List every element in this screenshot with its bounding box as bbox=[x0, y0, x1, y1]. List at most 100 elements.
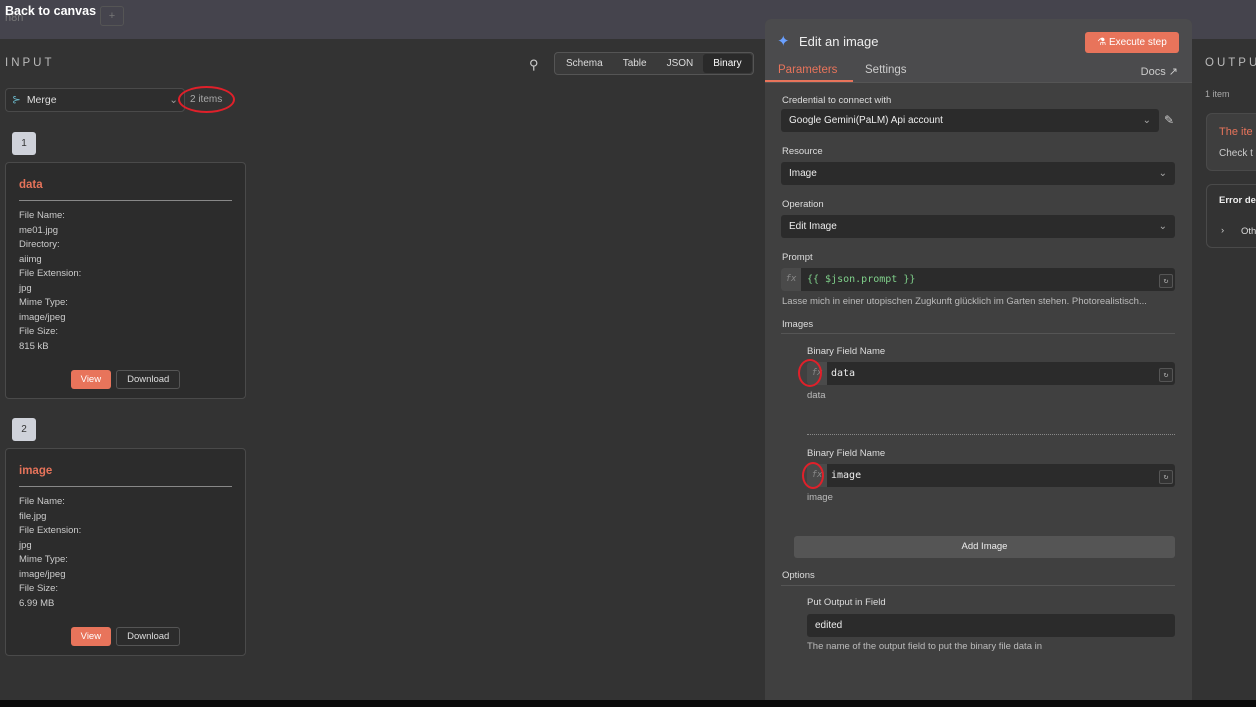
tab-binary[interactable]: Binary bbox=[703, 54, 752, 73]
resource-select[interactable]: Image ⌄ bbox=[781, 162, 1175, 185]
field-label: File Size: bbox=[19, 326, 59, 337]
credential-label: Credential to connect with bbox=[782, 95, 892, 106]
field-value: 815 kB bbox=[19, 340, 49, 352]
output-field-label: Put Output in Field bbox=[807, 597, 886, 608]
binary-field-input[interactable]: fx data ↻ bbox=[807, 362, 1175, 385]
operation-label: Operation bbox=[782, 199, 824, 210]
prompt-preview: Lasse mich in einer utopischen Zugkunft … bbox=[782, 296, 1147, 307]
node-title[interactable]: Edit an image bbox=[799, 34, 879, 49]
operation-value: Edit Image bbox=[789, 221, 837, 232]
divider bbox=[781, 333, 1175, 334]
output-field-hint: The name of the output field to put the … bbox=[807, 641, 1043, 652]
view-button[interactable]: View bbox=[70, 627, 112, 646]
taskbar bbox=[0, 700, 1256, 707]
error-title: The ite bbox=[1219, 126, 1253, 138]
field-value: file.jpg bbox=[19, 510, 47, 522]
gemini-icon: ✦ bbox=[777, 33, 790, 50]
error-text: Check t bbox=[1219, 148, 1253, 159]
execute-label: Execute step bbox=[1108, 37, 1167, 48]
binary-field-label: Binary Field Name bbox=[807, 448, 886, 459]
other-info[interactable]: Oth bbox=[1241, 226, 1256, 237]
download-button[interactable]: Download bbox=[116, 370, 181, 389]
images-label: Images bbox=[782, 319, 814, 330]
chevron-right-icon[interactable]: › bbox=[1221, 225, 1224, 236]
field-label: Directory: bbox=[19, 239, 60, 250]
binary-key: data bbox=[19, 179, 232, 201]
output-field-input[interactable]: edited bbox=[807, 614, 1175, 637]
fx-icon: fx bbox=[781, 268, 801, 291]
field-value: jpg bbox=[19, 282, 32, 294]
binary-field-input[interactable]: fx image ↻ bbox=[807, 464, 1175, 487]
annotation-circle bbox=[802, 462, 824, 489]
field-label: File Name: bbox=[19, 210, 65, 221]
error-box: The ite Check t bbox=[1206, 113, 1256, 171]
reset-icon[interactable]: ↻ bbox=[1159, 368, 1173, 382]
binary-field-hint: image bbox=[807, 492, 833, 503]
pencil-icon[interactable]: ✎ bbox=[1164, 113, 1174, 127]
tab-json[interactable]: JSON bbox=[657, 54, 704, 73]
reset-icon[interactable]: ↻ bbox=[1159, 470, 1173, 484]
execute-step-button[interactable]: ⚗ Execute step bbox=[1085, 32, 1179, 53]
prompt-label: Prompt bbox=[782, 252, 813, 263]
binary-field-value: data bbox=[831, 368, 856, 379]
credential-value: Google Gemini(PaLM) Api account bbox=[789, 115, 943, 126]
resource-value: Image bbox=[789, 168, 817, 179]
field-value: 6.99 MB bbox=[19, 597, 55, 609]
binary-field-label: Binary Field Name bbox=[807, 346, 886, 357]
options-label: Options bbox=[782, 570, 815, 581]
merge-icon: ⊱ bbox=[12, 94, 21, 106]
annotation-circle bbox=[178, 86, 235, 113]
field-label: Mime Type: bbox=[19, 554, 68, 565]
back-to-canvas-link[interactable]: Back to canvas bbox=[5, 4, 96, 18]
resource-label: Resource bbox=[782, 146, 823, 157]
error-details-title: Error de bbox=[1219, 195, 1256, 206]
chevron-down-icon: ⌄ bbox=[1142, 115, 1151, 126]
search-icon[interactable]: ⚲ bbox=[529, 57, 539, 73]
tab-table[interactable]: Table bbox=[613, 54, 657, 73]
field-label: File Size: bbox=[19, 583, 59, 594]
panel-header: ✦ Edit an image ⚗ Execute step Parameter… bbox=[765, 19, 1192, 83]
field-label: File Extension: bbox=[19, 525, 82, 536]
input-node-name: Merge bbox=[26, 94, 57, 106]
tab-parameters[interactable]: Parameters bbox=[765, 64, 853, 82]
error-details: Error de › Oth bbox=[1206, 184, 1256, 248]
reset-icon[interactable]: ↻ bbox=[1159, 274, 1173, 288]
output-field-value: edited bbox=[815, 620, 843, 631]
tab-settings[interactable]: Settings bbox=[865, 64, 907, 76]
prompt-input[interactable]: fx {{ $json.prompt }} ↻ bbox=[781, 268, 1175, 291]
field-value: jpg bbox=[19, 539, 32, 551]
prompt-value: {{ $json.prompt }} bbox=[807, 274, 916, 285]
credential-select[interactable]: Google Gemini(PaLM) Api account ⌄ bbox=[781, 109, 1159, 132]
chevron-down-icon: ⌄ bbox=[169, 94, 178, 106]
field-value: image/jpeg bbox=[19, 568, 66, 580]
binary-key: image bbox=[19, 465, 232, 487]
node-settings-panel: ✦ Edit an image ⚗ Execute step Parameter… bbox=[765, 19, 1192, 707]
field-label: File Name: bbox=[19, 496, 65, 507]
binary-card: image File Name: file.jpg File Extension… bbox=[5, 448, 246, 656]
field-value: image/jpeg bbox=[19, 311, 66, 323]
output-items-count: 1 item bbox=[1205, 89, 1230, 99]
input-title: INPUT bbox=[5, 57, 55, 69]
field-value: me01.jpg bbox=[19, 224, 59, 236]
add-image-button[interactable]: Add Image bbox=[794, 536, 1175, 558]
binary-card: data File Name: me01.jpg Directory: aiim… bbox=[5, 162, 246, 399]
view-button[interactable]: View bbox=[70, 370, 112, 389]
divider bbox=[781, 585, 1175, 586]
annotation-circle bbox=[798, 359, 822, 387]
input-node-select[interactable]: ⊱ Merge ⌄ bbox=[5, 88, 185, 112]
download-button[interactable]: Download bbox=[116, 627, 181, 646]
add-tab-button[interactable]: + bbox=[100, 6, 124, 26]
item-index: 2 bbox=[12, 418, 36, 441]
binary-field-hint: data bbox=[807, 390, 826, 401]
output-title: OUTPUT bbox=[1205, 57, 1256, 69]
chevron-down-icon: ⌄ bbox=[1158, 221, 1167, 232]
operation-select[interactable]: Edit Image ⌄ bbox=[781, 215, 1175, 238]
tab-schema[interactable]: Schema bbox=[556, 54, 613, 73]
docs-link[interactable]: Docs ↗ bbox=[1141, 65, 1178, 78]
item-index: 1 bbox=[12, 132, 36, 155]
field-value: aiimg bbox=[19, 253, 42, 265]
binary-field-value: image bbox=[831, 470, 862, 481]
field-label: File Extension: bbox=[19, 268, 82, 279]
view-tabs: Schema Table JSON Binary bbox=[554, 52, 754, 75]
field-label: Mime Type: bbox=[19, 297, 68, 308]
